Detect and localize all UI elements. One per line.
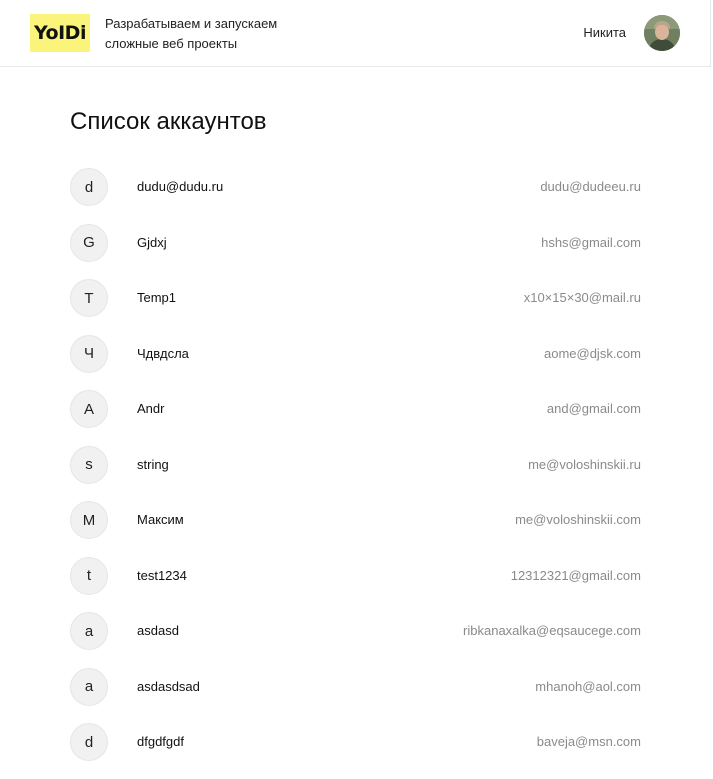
account-row[interactable]: T Temp1 x10×15×30@mail.ru (70, 279, 641, 335)
account-name: Чдвдсла (137, 345, 189, 361)
account-initial: d (70, 168, 108, 206)
site-header: YoIDi Разрабатываем и запускаем сложные … (0, 0, 711, 67)
account-row[interactable]: d dfgdfgdf baveja@msn.com (70, 723, 641, 779)
account-initial: d (70, 723, 108, 761)
account-email: x10×15×30@mail.ru (523, 290, 641, 305)
account-name: dudu@dudu.ru (137, 179, 224, 194)
user-name[interactable]: Никита (583, 25, 626, 40)
account-name: Gjdxj (137, 234, 167, 250)
account-email: hshs@gmail.com (541, 234, 641, 250)
account-initial: a (70, 667, 108, 706)
tagline-line-2: сложные веб проекты (105, 36, 238, 51)
account-row[interactable]: d dudu@dudu.ru dudu@dudeeu.ru (70, 168, 641, 224)
account-email: baveja@msn.com (536, 734, 641, 749)
account-initial: s (70, 445, 108, 484)
account-name: asdasd (137, 623, 179, 638)
account-email: aome@djsk.com (543, 345, 641, 361)
avatar[interactable] (644, 15, 680, 51)
account-row[interactable]: A Andr and@gmail.com (70, 390, 641, 446)
tagline-line-1: Разрабатываем и запускаем (105, 16, 278, 31)
account-name: dfgdfgdf (137, 734, 184, 749)
account-initial: A (70, 390, 108, 428)
tagline: Разрабатываем и запускаем сложные веб пр… (105, 14, 325, 54)
account-initial: T (70, 279, 108, 317)
account-email: 12312321@gmail.com (510, 567, 641, 583)
account-row[interactable]: a asdasd ribkanaxalka@eqsaucege.com (70, 612, 641, 668)
account-list: d dudu@dudu.ru dudu@dudeeu.ru G Gjdxj hs… (70, 168, 641, 779)
account-initial: Ч (70, 334, 108, 373)
account-row[interactable]: Ч Чдвдсла aome@djsk.com (70, 334, 641, 391)
account-initial: G (70, 223, 108, 262)
account-row[interactable]: G Gjdxj hshs@gmail.com (70, 223, 641, 280)
account-email: and@gmail.com (546, 401, 641, 416)
account-initial: t (70, 556, 108, 595)
account-name: string (137, 456, 169, 472)
account-email: ribkanaxalka@eqsaucege.com (463, 623, 641, 638)
account-row[interactable]: M Максим me@voloshinskii.com (70, 501, 641, 557)
account-initial: M (70, 501, 108, 539)
page-title: Список аккаунтов (70, 108, 267, 135)
user-photo-icon (644, 15, 680, 51)
account-name: asdasdsad (137, 678, 200, 694)
account-email: me@voloshinskii.ru (528, 456, 641, 472)
account-name: Максим (137, 512, 184, 527)
account-name: test1234 (137, 567, 187, 583)
account-email: dudu@dudeeu.ru (540, 179, 641, 194)
account-row[interactable]: t test1234 12312321@gmail.com (70, 556, 641, 613)
account-row[interactable]: s string me@voloshinskii.ru (70, 445, 641, 502)
account-initial: a (70, 612, 108, 650)
logo[interactable]: YoIDi (30, 14, 90, 52)
account-email: mhanoh@aol.com (535, 678, 641, 694)
account-row[interactable]: a asdasdsad mhanoh@aol.com (70, 667, 641, 724)
account-name: Temp1 (137, 290, 177, 305)
account-name: Andr (137, 401, 165, 416)
account-email: me@voloshinskii.com (515, 512, 641, 527)
